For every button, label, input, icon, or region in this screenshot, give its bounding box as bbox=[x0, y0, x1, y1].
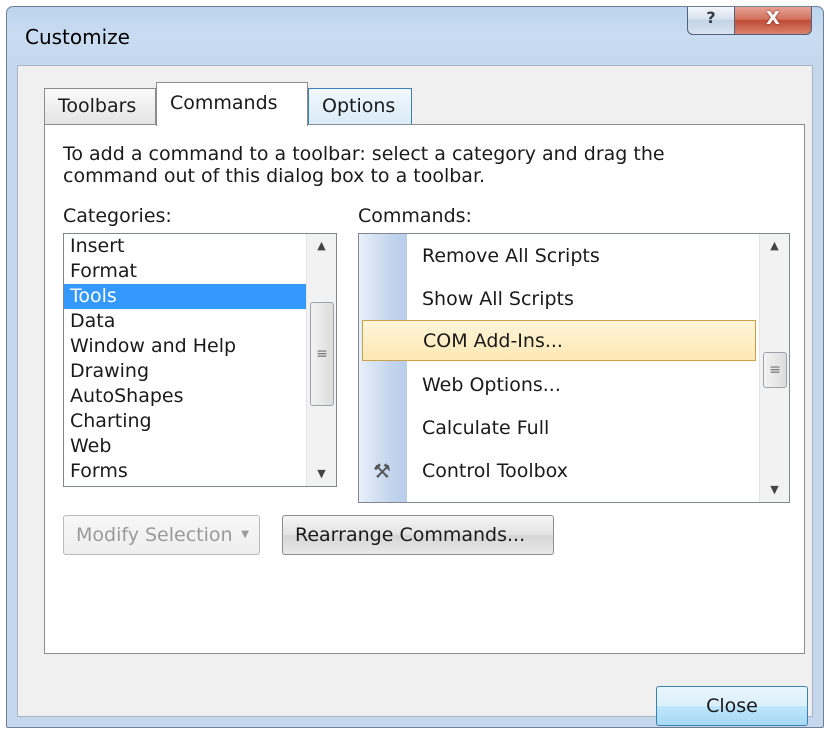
tab-commands[interactable]: Commands bbox=[156, 82, 308, 126]
help-icon: ? bbox=[706, 8, 716, 27]
category-item[interactable]: Insert bbox=[64, 234, 336, 259]
window-close-button[interactable]: X bbox=[734, 7, 812, 35]
close-button[interactable]: Close bbox=[656, 686, 808, 726]
category-item[interactable]: Forms bbox=[64, 459, 336, 484]
commands-tab-panel: To add a command to a toolbar: select a … bbox=[44, 124, 805, 654]
command-item[interactable]: Remove All Scripts bbox=[359, 236, 755, 277]
scroll-down-arrow-icon[interactable]: ▼ bbox=[760, 478, 789, 502]
category-item[interactable]: Format bbox=[64, 259, 336, 284]
tab-options[interactable]: Options bbox=[308, 88, 412, 124]
customize-dialog: Customize ? X Toolbars Commands Options … bbox=[6, 6, 824, 728]
category-item[interactable]: AutoShapes bbox=[64, 384, 336, 409]
scroll-down-arrow-icon[interactable]: ▼ bbox=[307, 462, 336, 486]
grip-icon: ≡ bbox=[769, 362, 781, 378]
command-item[interactable]: Web Options... bbox=[359, 365, 755, 406]
commands-scrollbar[interactable]: ▲ ≡ ▼ bbox=[759, 234, 789, 502]
title-bar[interactable]: Customize ? X bbox=[7, 7, 823, 65]
tools-icon: ⚒ bbox=[373, 459, 391, 483]
instructions-text: To add a command to a toolbar: select a … bbox=[63, 143, 665, 187]
category-item[interactable]: Window and Help bbox=[64, 334, 336, 359]
category-item-selected[interactable]: Tools bbox=[64, 284, 336, 309]
help-button[interactable]: ? bbox=[687, 7, 735, 35]
command-item[interactable]: ⚒ Control Toolbox bbox=[359, 451, 755, 492]
scroll-up-arrow-icon[interactable]: ▲ bbox=[307, 234, 336, 258]
window-title: Customize bbox=[25, 25, 130, 49]
commands-listbox[interactable]: Remove All Scripts Show All Scripts COM … bbox=[358, 233, 790, 503]
dialog-client-area: Toolbars Commands Options To add a comma… bbox=[17, 65, 813, 726]
commands-label: Commands: bbox=[358, 205, 472, 227]
category-item[interactable]: Drawing bbox=[64, 359, 336, 384]
categories-label: Categories: bbox=[63, 205, 172, 227]
scrollbar-thumb[interactable]: ≡ bbox=[763, 352, 787, 388]
grip-icon: ≡ bbox=[316, 346, 328, 362]
close-icon: X bbox=[766, 8, 780, 29]
rearrange-commands-button[interactable]: Rearrange Commands... bbox=[282, 515, 554, 555]
modify-selection-label: Modify Selection bbox=[76, 524, 233, 546]
dropdown-arrow-icon: ▼ bbox=[241, 529, 249, 540]
category-item[interactable]: Web bbox=[64, 434, 336, 459]
categories-scrollbar[interactable]: ▲ ≡ ▼ bbox=[306, 234, 336, 486]
category-item[interactable]: Data bbox=[64, 309, 336, 334]
categories-listbox[interactable]: Insert Format Tools Data Window and Help… bbox=[63, 233, 337, 487]
scrollbar-thumb[interactable]: ≡ bbox=[310, 302, 334, 406]
command-item[interactable]: Calculate Full bbox=[359, 408, 755, 449]
modify-selection-button[interactable]: Modify Selection ▼ bbox=[63, 515, 260, 555]
scroll-up-arrow-icon[interactable]: ▲ bbox=[760, 234, 789, 258]
command-item[interactable]: Show All Scripts bbox=[359, 279, 755, 320]
tab-toolbars[interactable]: Toolbars bbox=[44, 88, 156, 124]
category-item[interactable]: Charting bbox=[64, 409, 336, 434]
command-item-highlighted[interactable]: COM Add-Ins... bbox=[362, 320, 756, 361]
